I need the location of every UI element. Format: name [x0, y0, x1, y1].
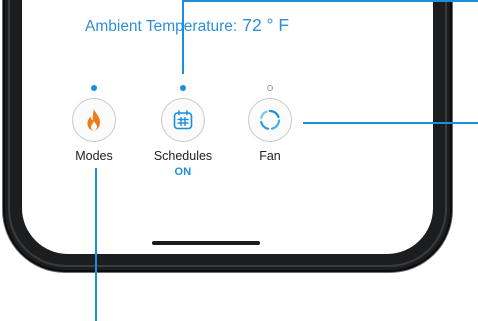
annotated-screenshot: Ambient Temperature: 72 ° F Modes Schedu… — [0, 0, 478, 321]
control-modes: Modes — [49, 76, 139, 163]
modes-label: Modes — [75, 149, 113, 163]
ambient-temperature: Ambient Temperature: 72 ° F — [85, 15, 345, 36]
screen-content: Ambient Temperature: 72 ° F Modes Schedu… — [22, 0, 433, 254]
control-schedules: Schedules ON — [138, 76, 228, 178]
phone-screen: Ambient Temperature: 72 ° F Modes Schedu… — [22, 0, 433, 254]
fan-icon — [260, 109, 281, 130]
schedules-button[interactable] — [161, 98, 205, 142]
flame-icon — [87, 109, 100, 131]
callout-line-schedules — [182, 0, 184, 74]
home-indicator — [152, 241, 260, 245]
ambient-temperature-label: Ambient Temperature: — [85, 18, 238, 35]
calendar-grid-icon — [173, 110, 193, 130]
callout-line-fan — [303, 122, 478, 124]
control-fan: Fan — [225, 76, 315, 163]
fan-indicator-dot — [267, 85, 273, 91]
schedules-indicator-dot — [180, 85, 186, 91]
fan-label: Fan — [259, 149, 281, 163]
modes-button[interactable] — [72, 98, 116, 142]
callout-line-modes — [95, 168, 97, 321]
callout-line-top-horizontal — [183, 0, 478, 2]
schedules-label: Schedules — [153, 149, 213, 163]
modes-indicator-dot — [91, 85, 97, 91]
fan-button[interactable] — [248, 98, 292, 142]
schedules-status: ON — [174, 166, 192, 178]
ambient-temperature-value: 72 ° F — [242, 15, 290, 35]
